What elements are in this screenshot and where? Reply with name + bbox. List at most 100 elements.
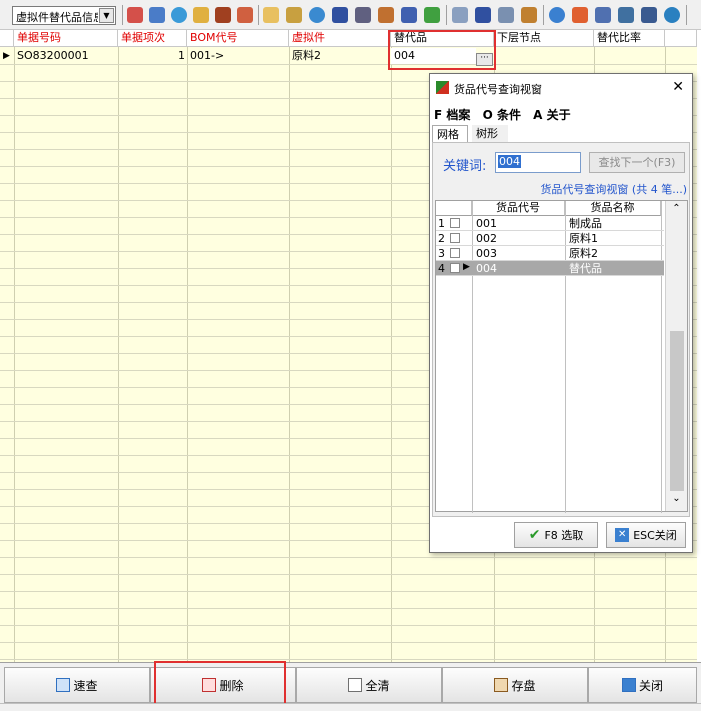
grid-line [289, 47, 290, 662]
vertical-scrollbar[interactable]: ⌃ ⌄ [665, 201, 687, 511]
column-header-ratio[interactable]: 替代比率 [594, 30, 665, 47]
money-icon[interactable] [424, 7, 440, 23]
grid-row-line [0, 64, 697, 65]
result-row[interactable]: 2 002 原料1 [436, 231, 664, 246]
app-icon [436, 81, 449, 94]
db-icon[interactable] [521, 7, 537, 23]
find-next-button[interactable]: 查找下一个(F3) [589, 152, 685, 173]
save-button[interactable]: 存盘 [442, 667, 588, 703]
keyword-value: 004 [498, 155, 521, 168]
column-header-doc-no[interactable]: 单据号码 [14, 30, 118, 47]
filter-icon[interactable] [193, 7, 209, 23]
check-icon[interactable] [549, 7, 565, 23]
user-icon[interactable] [237, 7, 253, 23]
clear-icon [348, 678, 363, 692]
column-header-code[interactable]: 货品代号 [472, 201, 565, 216]
column-header-blank [665, 30, 697, 47]
grid-row-line [0, 659, 697, 660]
view-dropdown[interactable]: 虚拟件替代品信息 ▼ [12, 6, 116, 25]
close-button-label: ESC关闭 [633, 529, 677, 542]
row-checkbox[interactable] [450, 263, 460, 273]
doc-icon[interactable] [452, 7, 468, 23]
result-row-selected[interactable]: 4 ▶ 004 替代品 [436, 261, 664, 276]
toolbar-separator [122, 5, 123, 25]
cell-bom[interactable]: 001-> [187, 48, 289, 64]
row-name: 原料2 [569, 247, 598, 260]
row-checkbox[interactable] [450, 233, 460, 243]
row-number: 4 [438, 262, 445, 275]
close-window-button[interactable]: 关闭 [588, 667, 697, 703]
dialog-panel: 关键词: 004 查找下一个(F3) 货品代号查询视窗 (共 4 笔...) 货… [432, 142, 690, 517]
row-name: 制成品 [569, 217, 602, 230]
clear-all-label: 全清 [365, 678, 390, 693]
menu-about[interactable]: A 关于 [533, 108, 570, 122]
scroll-up-icon[interactable]: ⌃ [666, 203, 687, 217]
cell-doc-no[interactable]: SO83200001 [14, 48, 118, 64]
add-icon[interactable] [127, 7, 143, 23]
result-row[interactable]: 3 003 原料2 [436, 246, 664, 261]
grid-row-line [0, 557, 697, 558]
toolbar-separator [543, 5, 544, 25]
grid-row-line [0, 642, 697, 643]
gift-icon[interactable] [286, 7, 302, 23]
dialog-menubar: F 档案 O 条件 A 关于 [434, 106, 579, 123]
grid-line [391, 47, 392, 662]
close-button[interactable]: ✕ ESC关闭 [606, 522, 686, 548]
box-icon[interactable] [215, 7, 231, 23]
save-label: 存盘 [511, 678, 536, 693]
select-button[interactable]: ✔ F8 选取 [514, 522, 598, 548]
dialog-title: 货品代号查询视窗 [454, 83, 542, 96]
menu-condition[interactable]: O 条件 [483, 108, 521, 122]
folder-icon[interactable] [263, 7, 279, 23]
row-name: 替代品 [569, 262, 602, 275]
save-icon [494, 678, 509, 692]
refresh2-icon[interactable] [664, 7, 680, 23]
clear-all-button[interactable]: 全清 [296, 667, 442, 703]
row-checkbox[interactable] [450, 218, 460, 228]
chart-icon[interactable] [378, 7, 394, 23]
row-indicator-header [0, 30, 14, 47]
column-header-lower-node[interactable]: 下层节点 [494, 30, 594, 47]
grid-icon[interactable] [332, 7, 348, 23]
cell-virtual[interactable]: 原料2 [289, 48, 391, 64]
bookmark-icon[interactable] [401, 7, 417, 23]
row-code: 001 [476, 217, 497, 230]
grid-line [187, 47, 188, 662]
help-icon[interactable] [309, 7, 325, 23]
toolbar-separator [446, 5, 447, 25]
copy-icon[interactable] [498, 7, 514, 23]
quick-search-label: 速查 [73, 678, 98, 693]
row-code: 002 [476, 232, 497, 245]
flag-icon[interactable] [572, 7, 588, 23]
close-icon[interactable]: ✕ [672, 79, 684, 95]
scroll-down-icon[interactable]: ⌄ [666, 493, 687, 507]
column-header-virtual[interactable]: 虚拟件 [289, 30, 391, 47]
quick-search-button[interactable]: 速查 [4, 667, 150, 703]
grid-row-line [0, 608, 697, 609]
scroll-thumb[interactable] [670, 331, 684, 491]
home-icon[interactable] [641, 7, 657, 23]
tab-grid[interactable]: 网格 [432, 125, 468, 143]
page-icon[interactable] [595, 7, 611, 23]
save-icon[interactable] [149, 7, 165, 23]
row-checkbox[interactable] [450, 248, 460, 258]
close-icon [621, 678, 636, 692]
chevron-down-icon[interactable]: ▼ [99, 8, 114, 23]
monitor-icon[interactable] [618, 7, 634, 23]
column-header-name[interactable]: 货品名称 [565, 201, 661, 216]
arrow-icon[interactable] [355, 7, 371, 23]
row-header-blank [436, 201, 472, 216]
result-row[interactable]: 1 001 制成品 [436, 216, 664, 231]
lookup-button[interactable]: ··· [476, 53, 493, 66]
tab-tree[interactable]: 树形 [472, 125, 508, 143]
column-header-item-no[interactable]: 单据项次 [118, 30, 187, 47]
column-header-bom[interactable]: BOM代号 [187, 30, 289, 47]
keyword-input[interactable]: 004 [495, 152, 581, 173]
toolbar-separator [258, 5, 259, 25]
refresh-icon[interactable] [171, 7, 187, 23]
menu-file[interactable]: F 档案 [434, 108, 470, 122]
grid-line [14, 47, 15, 662]
cell-item-no[interactable]: 1 [118, 48, 187, 64]
list-icon[interactable] [475, 7, 491, 23]
grid-row-line [0, 625, 697, 626]
